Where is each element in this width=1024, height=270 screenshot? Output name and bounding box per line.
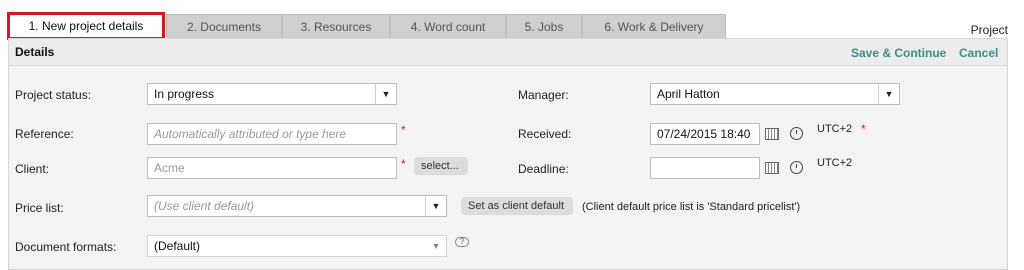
tab-documents[interactable]: 2. Documents <box>166 14 282 38</box>
document-formats-label: Document formats: <box>15 240 117 254</box>
section-title: Details <box>15 45 55 59</box>
deadline-timezone: UTC+2 <box>817 157 853 169</box>
cancel-button[interactable]: Cancel <box>959 46 998 60</box>
document-formats-value: (Default) <box>154 239 201 253</box>
project-label: Project <box>970 23 1008 37</box>
chevron-down-icon: ▼ <box>878 84 899 104</box>
set-client-default-button[interactable]: Set as client default <box>461 197 573 215</box>
tab-word-count[interactable]: 4. Word count <box>390 14 506 38</box>
reference-label: Reference: <box>15 127 74 141</box>
manager-select[interactable]: April Hatton ▼ <box>650 83 900 105</box>
help-icon[interactable]: ? <box>455 237 469 247</box>
reference-input[interactable]: Automatically attributed or type here <box>147 123 397 145</box>
tab-work-delivery[interactable]: 6. Work & Delivery <box>582 14 726 38</box>
save-continue-button[interactable]: Save & Continue <box>851 46 946 60</box>
document-formats-select[interactable]: (Default) ▼ <box>147 235 447 257</box>
tab-bar: 1. New project details 2. Documents 3. R… <box>0 0 1024 40</box>
price-list-value: (Use client default) <box>154 199 255 213</box>
price-list-label: Price list: <box>15 201 64 215</box>
tab-resources[interactable]: 3. Resources <box>282 14 390 38</box>
chevron-down-icon: ▼ <box>425 196 446 216</box>
deadline-input[interactable] <box>650 157 760 179</box>
received-input[interactable]: 07/24/2015 18:40 <box>650 123 760 145</box>
price-list-select[interactable]: (Use client default) ▼ <box>147 195 447 217</box>
clock-icon[interactable] <box>790 161 803 174</box>
received-label: Received: <box>518 127 572 141</box>
project-status-label: Project status: <box>15 88 92 102</box>
required-marker: * <box>861 122 866 136</box>
tab-new-project-details[interactable]: 1. New project details <box>7 12 165 40</box>
section-header: Details Save & Continue Cancel <box>9 39 1007 66</box>
project-status-select[interactable]: In progress ▼ <box>147 83 397 105</box>
client-label: Client: <box>15 162 50 176</box>
tab-jobs[interactable]: 5. Jobs <box>506 14 582 38</box>
chevron-down-icon: ▼ <box>431 241 441 251</box>
required-marker: * <box>401 123 406 137</box>
calendar-icon[interactable] <box>765 162 779 174</box>
calendar-icon[interactable] <box>765 128 779 140</box>
chevron-down-icon: ▼ <box>375 84 396 104</box>
manager-label: Manager: <box>518 88 569 102</box>
client-select-button[interactable]: select... <box>414 157 468 175</box>
manager-value: April Hatton <box>657 87 720 101</box>
deadline-label: Deadline: <box>518 162 569 176</box>
client-input[interactable]: Acme <box>147 157 397 179</box>
project-status-value: In progress <box>154 87 215 101</box>
clock-icon[interactable] <box>790 127 803 140</box>
details-panel: Details Save & Continue Cancel Project s… <box>8 38 1008 270</box>
required-marker: * <box>401 157 406 171</box>
received-timezone: UTC+2 <box>817 123 853 135</box>
price-list-note: (Client default price list is 'Standard … <box>582 201 801 213</box>
